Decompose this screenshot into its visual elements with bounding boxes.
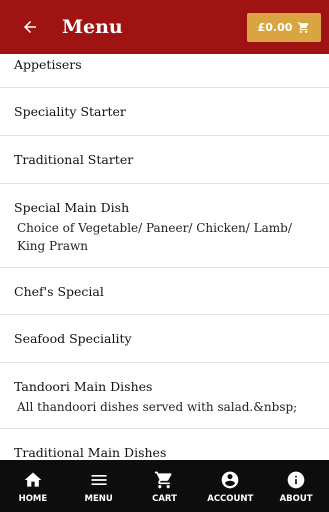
hamburger-menu-icon [91, 475, 107, 485]
info-icon [287, 471, 305, 489]
menu-category-title: Traditional Starter [14, 152, 134, 167]
account-circle-icon [221, 471, 239, 489]
arrow-left-icon [24, 21, 36, 33]
page-title: Menu [62, 16, 123, 38]
menu-category-item[interactable]: Special Main Dish Choice of Vegetable/ P… [0, 184, 329, 268]
menu-category-title: Seafood Speciality [14, 331, 132, 346]
nav-home-label: HOME [18, 494, 48, 504]
menu-category-item[interactable]: Chef's Special [0, 268, 329, 315]
menu-category-list: Appetisers Speciality Starter Traditiona… [0, 54, 329, 460]
shopping-cart-icon [297, 22, 309, 33]
nav-menu[interactable]: MENU [66, 460, 132, 512]
nav-about[interactable]: ABOUT [263, 460, 329, 512]
home-icon [24, 472, 42, 487]
menu-category-title: Special Main Dish [14, 200, 130, 215]
nav-menu-label: MENU [84, 494, 113, 504]
menu-category-item[interactable]: Appetisers [0, 54, 329, 88]
menu-category-item[interactable]: Traditional Starter [0, 136, 329, 184]
menu-category-item[interactable]: Traditional Main Dishes [0, 429, 329, 460]
back-button[interactable] [8, 0, 52, 54]
menu-category-item[interactable]: Seafood Speciality [0, 315, 329, 363]
menu-category-title: Speciality Starter [14, 104, 126, 119]
shopping-cart-icon [155, 471, 172, 489]
menu-category-item[interactable]: Tandoori Main Dishes All thandoori dishe… [0, 363, 329, 429]
menu-category-description: Choice of Vegetable/ Paneer/ Chicken/ La… [17, 221, 292, 253]
app-bar: Menu £0.00 [0, 0, 329, 54]
nav-account-label: ACCOUNT [207, 494, 254, 504]
cart-total: £0.00 [257, 21, 293, 34]
menu-category-title: Appetisers [14, 57, 82, 72]
cart-total-button[interactable]: £0.00 [247, 13, 321, 42]
bottom-navigation: HOME MENU CART ACCOUNT ABOUT [0, 460, 329, 512]
nav-account[interactable]: ACCOUNT [197, 460, 263, 512]
nav-cart-label: CART [152, 494, 177, 504]
nav-cart[interactable]: CART [132, 460, 198, 512]
menu-category-title: Chef's Special [14, 284, 104, 299]
nav-home[interactable]: HOME [0, 460, 66, 512]
menu-category-description: All thandoori dishes served with salad.&… [17, 400, 298, 414]
nav-about-label: ABOUT [279, 494, 313, 504]
menu-category-title: Tandoori Main Dishes [14, 379, 153, 394]
menu-category-item[interactable]: Speciality Starter [0, 88, 329, 136]
menu-category-title: Traditional Main Dishes [14, 445, 167, 460]
